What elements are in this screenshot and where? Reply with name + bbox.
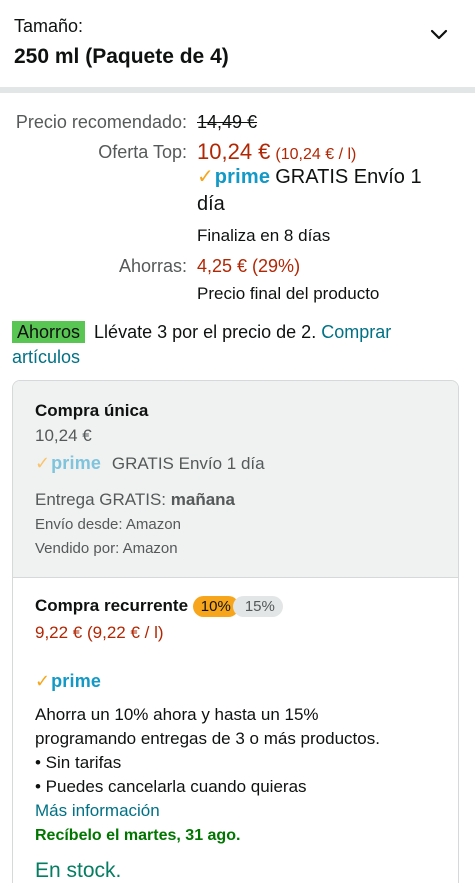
prime-shipping-text: GRATIS Envío 1 [275,166,422,188]
prime-check-icon: ✓ [35,671,51,691]
size-selector[interactable]: Tamaño: 250 ml (Paquete de 4) [0,0,475,88]
prime-check-icon: ✓ [35,453,51,473]
offer-label: Oferta Top: [98,142,187,162]
one-time-prime: ✓ prime GRATIS Envío 1 día [35,453,265,474]
one-time-price: 10,24 € [35,426,92,445]
one-time-title: Compra única [35,401,149,420]
savings-value: 4,25 € (29%) [197,256,301,276]
discount-15-pill[interactable]: 15% [232,596,283,618]
prime-shipping-text-2: día [197,193,225,215]
subscribe-desc-2: programando entregas de 3 o más producto… [35,729,380,748]
subscribe-title-row: Compra recurrente 10% 15% [35,596,283,618]
chevron-down-icon[interactable] [428,24,450,46]
sold-by: Vendido por: Amazon [35,540,178,557]
deal-text: Llévate 3 por el precio de 2. [94,322,317,342]
one-time-shipping: GRATIS Envío 1 día [111,454,265,473]
ships-from: Envío desde: Amazon [35,516,181,533]
size-value: 250 ml (Paquete de 4) [14,45,229,68]
more-info-link[interactable]: Más información [35,801,160,821]
subscribe-prime: ✓ prime [35,671,101,692]
prime-logo: ✓ prime [35,671,102,691]
subscribe-bullet-1: • Sin tarifas [35,753,122,772]
list-price-label: Precio recomendado: [15,112,187,132]
discount-10-pill[interactable]: 10% [192,596,239,618]
offer-price: 10,24 € [197,139,271,164]
delivery-day: mañana [170,490,235,509]
deal-ends: Finaliza en 8 días [197,226,331,245]
purchase-options-card: Compra única 10,24 € ✓ prime GRATIS Envío… [12,380,459,883]
size-label: Tamaño: [14,16,84,36]
subscribe-title: Compra recurrente [35,596,189,615]
section-divider [0,87,475,93]
deal-promo: Ahorros Llévate 3 por el precio de 2. Co… [12,320,462,370]
subscribe-price: 9,22 € (9,22 € / l) [35,623,164,642]
ahorros-badge: Ahorros [12,321,86,343]
savings-label: Ahorras: [118,256,187,276]
prime-check-icon: ✓ [197,166,214,188]
list-price: 14,49 € [197,112,258,132]
offer-unit-price: (10,24 € / l) [275,146,357,163]
prime-logo-faded: ✓ prime [35,453,102,473]
stock-status: En stock. [35,859,122,882]
one-time-delivery: Entrega GRATIS: mañana [35,490,235,509]
subscribe-desc-1: Ahorra un 10% ahora y hasta un 15% [35,705,319,724]
final-price-note: Precio final del producto [197,284,380,303]
one-time-option[interactable]: Compra única 10,24 € ✓ prime GRATIS Envío… [13,381,458,578]
arrival-date: Recíbelo el martes, 31 ago. [35,827,241,844]
prime-logo: ✓ prime [197,166,271,188]
offer-price-line: 10,24 € (10,24 € / l) [197,139,356,165]
subscribe-bullet-2: • Puedes cancelarla cuando quieras [35,777,307,796]
prime-shipping: ✓ prime GRATIS Envío 1 [197,164,422,189]
